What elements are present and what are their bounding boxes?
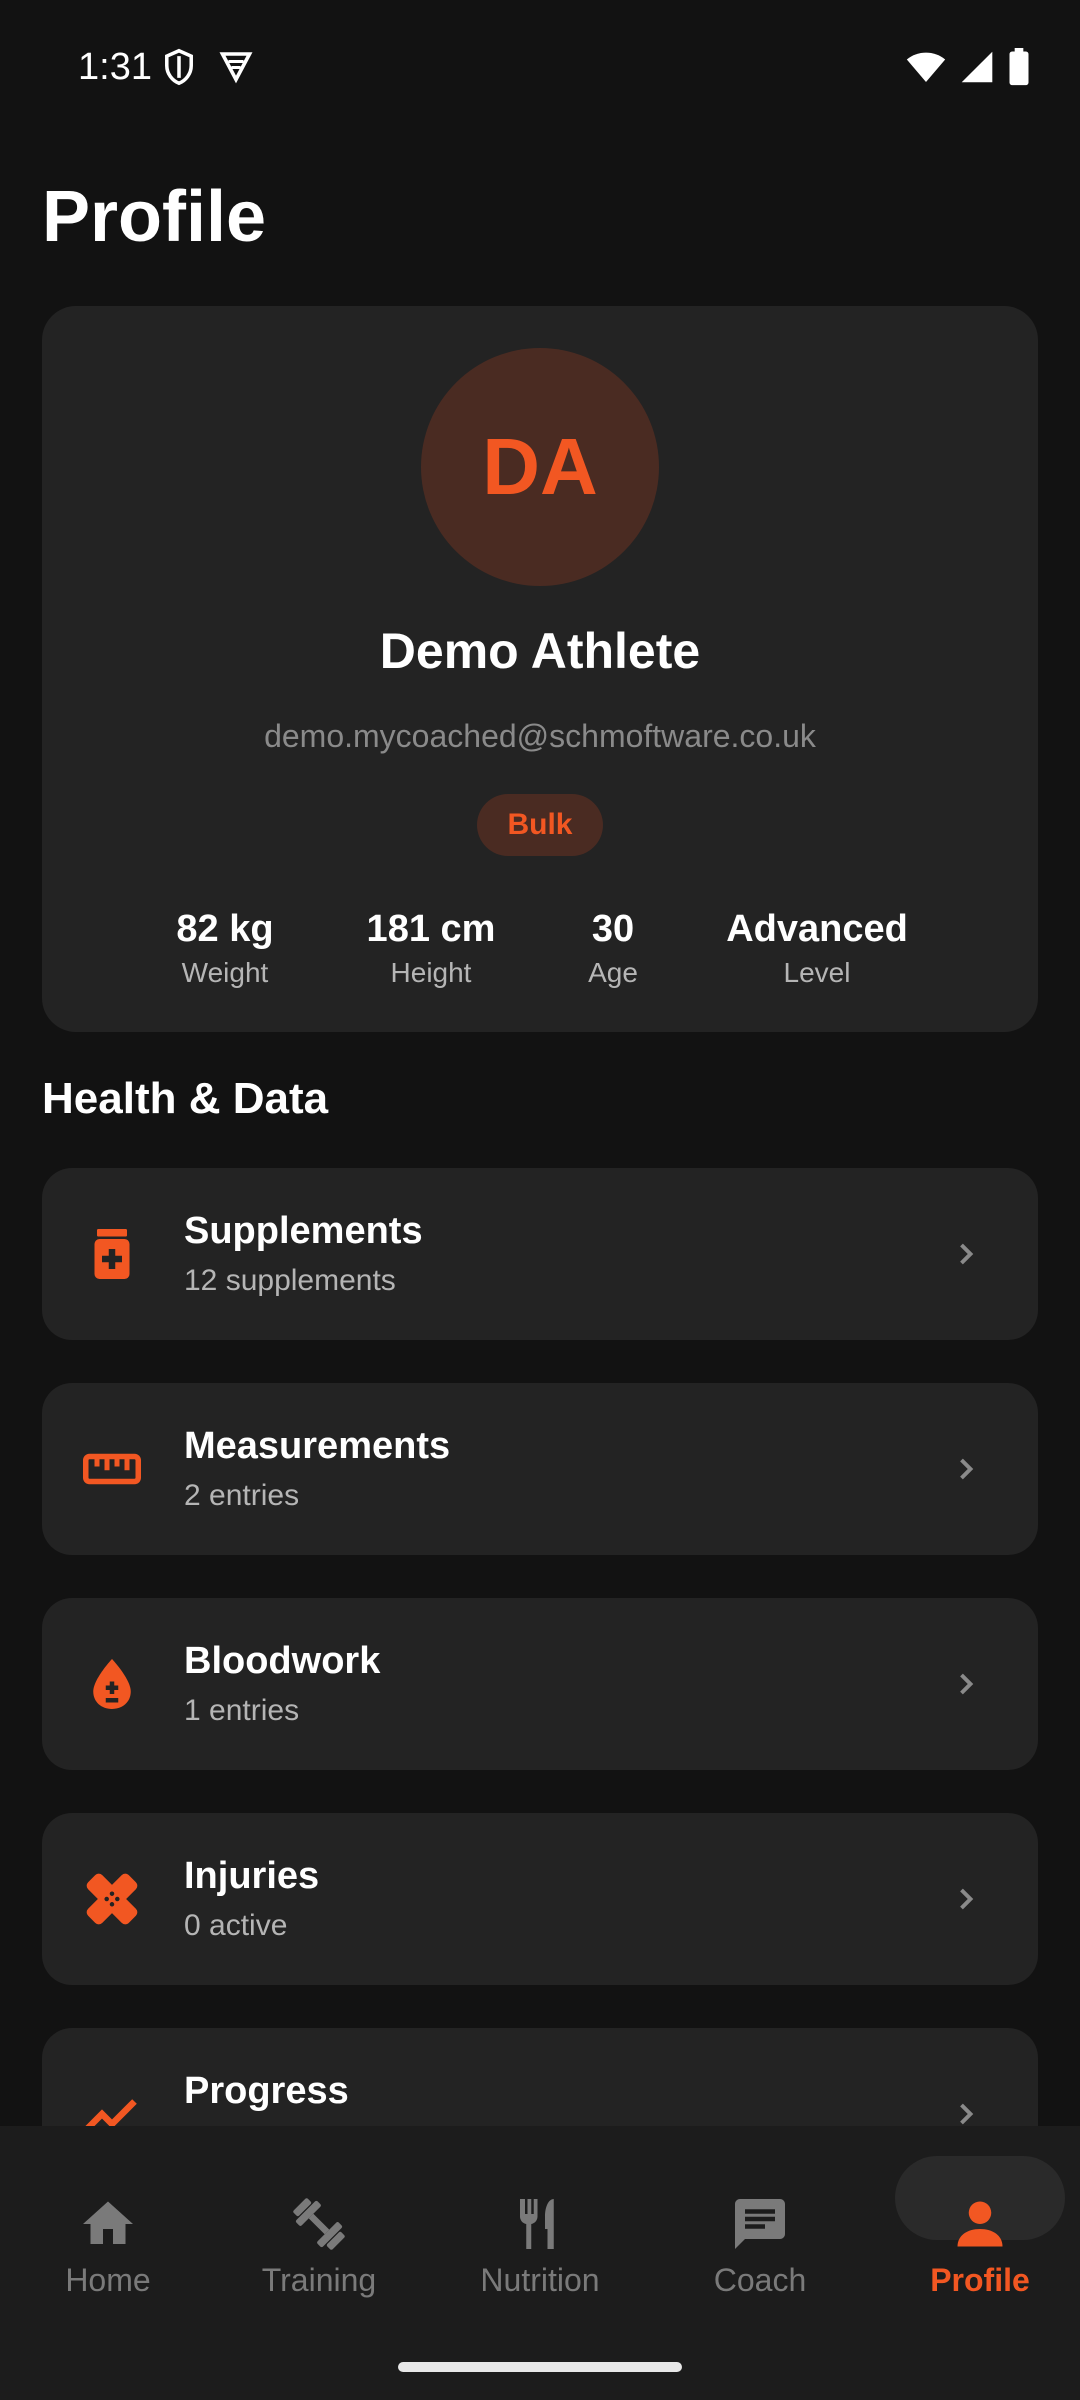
avatar[interactable]: DA — [421, 348, 659, 586]
stat-value: 181 cm — [366, 908, 496, 950]
bottom-nav: Home Training Nutrition Coach Profile — [0, 2126, 1080, 2400]
chevron-right-icon — [960, 1673, 974, 1695]
stat-value: Advanced — [726, 908, 908, 950]
menu-item-bloodwork[interactable]: Bloodwork 1 entries — [42, 1598, 1038, 1770]
nav-label: Coach — [713, 2262, 807, 2298]
person-icon — [957, 2201, 1003, 2247]
nav-label: Home — [65, 2262, 151, 2298]
menu-item-title: Bloodwork — [184, 1640, 381, 1682]
chat-icon — [735, 2199, 785, 2249]
profile-card: DA Demo Athlete demo.mycoached@schmoftwa… — [42, 306, 1038, 1032]
stat-value: 82 kg — [176, 908, 274, 950]
nav-label: Profile — [930, 2262, 1030, 2298]
bandage-icon — [86, 1873, 138, 1925]
stat-weight: 82 kg Weight — [176, 906, 273, 994]
vpn-icon — [219, 52, 253, 84]
menu-item-title: Progress — [184, 2070, 349, 2112]
shield-icon — [165, 48, 193, 86]
home-indicator[interactable] — [398, 2362, 682, 2372]
user-name: Demo Athlete — [379, 623, 701, 679]
stat-value: 30 — [591, 908, 635, 950]
stat-label: Level — [783, 957, 851, 988]
menu-item-measurements[interactable]: Measurements 2 entries — [42, 1383, 1038, 1555]
home-icon — [83, 2201, 133, 2244]
supplement-bottle-icon — [94, 1229, 130, 1279]
page-title: Profile — [42, 177, 267, 257]
profile-screen: 1:31 Profile DA Demo Athlete demo.mycoac… — [0, 0, 1080, 2400]
menu-item-supplements[interactable]: Supplements 12 supplements — [42, 1168, 1038, 1340]
fork-knife-icon — [520, 2199, 554, 2249]
stat-label: Weight — [181, 957, 269, 988]
user-email: demo.mycoached@schmoftware.co.uk — [264, 718, 816, 754]
stat-height: 181 cm Height — [367, 906, 496, 994]
nav-item-training[interactable]: Training — [211, 2162, 427, 2302]
menu-item-subtitle: 1 entries — [184, 1694, 300, 1727]
nav-label: Training — [261, 2262, 377, 2298]
stat-label: Height — [390, 957, 472, 988]
stat-level: Advanced Level — [726, 906, 908, 994]
stats-row: 82 kg Weight 181 cm Height 30 Age Advanc… — [42, 906, 1038, 996]
ruler-icon — [83, 1453, 141, 1485]
blood-drop-icon — [93, 1659, 131, 1709]
stat-label: Age — [588, 957, 638, 988]
menu-item-title: Injuries — [184, 1855, 320, 1897]
signal-icon — [961, 51, 993, 83]
chevron-right-icon — [960, 1888, 974, 1910]
menu-item-subtitle: 2 entries — [184, 1479, 300, 1512]
wifi-icon — [906, 52, 946, 82]
nav-label: Nutrition — [480, 2262, 600, 2298]
dumbbell-icon — [293, 2198, 345, 2250]
nav-item-nutrition[interactable]: Nutrition — [432, 2162, 648, 2302]
menu-item-title: Measurements — [184, 1425, 451, 1467]
nav-item-home[interactable]: Home — [0, 2162, 216, 2302]
chevron-right-icon — [960, 1243, 974, 1265]
nav-item-profile[interactable]: Profile — [872, 2162, 1080, 2302]
stat-age: 30 Age — [588, 906, 638, 994]
status-time: 1:31 — [78, 46, 152, 88]
nav-item-coach[interactable]: Coach — [652, 2162, 868, 2302]
goal-badge: Bulk — [477, 794, 603, 856]
menu-item-subtitle: 0 active — [184, 1909, 288, 1942]
menu-item-subtitle: 12 supplements — [184, 1264, 396, 1297]
chevron-right-icon — [960, 1458, 974, 1480]
section-title-health: Health & Data — [42, 1074, 329, 1123]
menu-item-title: Supplements — [184, 1210, 423, 1252]
battery-icon — [1009, 48, 1029, 86]
status-bar: 1:31 — [0, 0, 1080, 130]
menu-item-injuries[interactable]: Injuries 0 active — [42, 1813, 1038, 1985]
